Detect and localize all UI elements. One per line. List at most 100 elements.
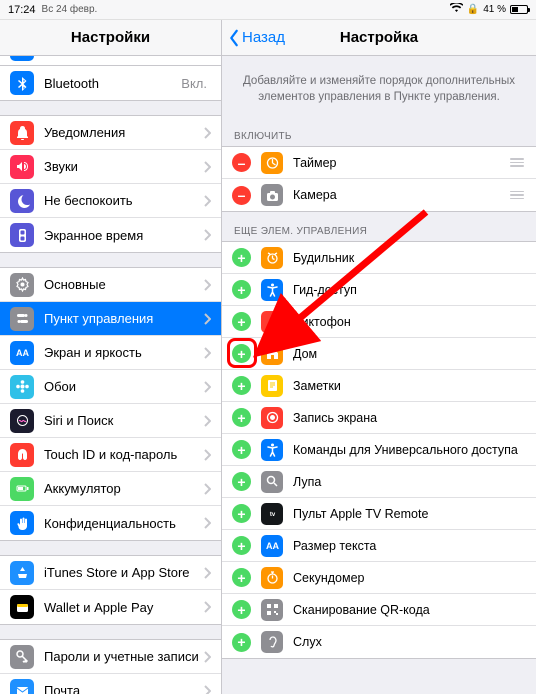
sidebar-item-hand[interactable]: Конфиденциальность bbox=[0, 506, 221, 540]
reorder-grip-icon[interactable] bbox=[508, 191, 526, 200]
included-item-timer[interactable]: – Таймер bbox=[222, 147, 536, 179]
more-item-accessibility[interactable]: + Гид-доступ bbox=[222, 274, 536, 306]
sidebar-item-wifi[interactable]: Wi-FiELON MUSK FUCKS SP… bbox=[0, 56, 221, 66]
row-label: Сканирование QR-кода bbox=[293, 603, 526, 617]
sidebar-item-bluetooth[interactable]: BluetoothВкл. bbox=[0, 66, 221, 100]
appletv-icon: tv bbox=[261, 503, 283, 525]
add-button[interactable]: + bbox=[232, 376, 251, 395]
more-item-ear[interactable]: +Слух bbox=[222, 626, 536, 658]
more-item-notes[interactable]: +Заметки bbox=[222, 370, 536, 402]
appstore-icon bbox=[10, 561, 34, 585]
siri-icon bbox=[10, 409, 34, 433]
add-button[interactable]: + bbox=[232, 280, 251, 299]
sidebar-item-mail[interactable]: Почта bbox=[0, 674, 221, 694]
sidebar-item-moon[interactable]: Не беспокоить bbox=[0, 184, 221, 218]
add-button[interactable]: + bbox=[232, 536, 251, 555]
back-button[interactable]: Назад bbox=[228, 29, 285, 47]
wallet-icon bbox=[10, 595, 34, 619]
qr-icon bbox=[261, 599, 283, 621]
sidebar-item-appstore[interactable]: iTunes Store и App Store bbox=[0, 556, 221, 590]
finger-icon bbox=[10, 443, 34, 467]
section-header-more: ЕЩЕ ЭЛЕМ. УПРАВЛЕНИЯ bbox=[222, 212, 536, 241]
row-label: Пароли и учетные записи bbox=[44, 649, 204, 664]
row-label: Уведомления bbox=[44, 125, 204, 140]
alarm-icon bbox=[261, 247, 283, 269]
row-label: Таймер bbox=[293, 156, 508, 170]
row-label: Touch ID и код-пароль bbox=[44, 447, 204, 462]
row-label: Почта bbox=[44, 683, 204, 694]
row-label: Siri и Поиск bbox=[44, 413, 204, 428]
more-item-record[interactable]: + Запись экрана bbox=[222, 402, 536, 434]
aa-icon: AA bbox=[261, 535, 283, 557]
row-label: Пульт Apple TV Remote bbox=[293, 507, 526, 521]
wifi-icon bbox=[10, 56, 34, 61]
mail-icon bbox=[10, 679, 34, 694]
row-label: Экран и яркость bbox=[44, 345, 204, 360]
sidebar-item-flower[interactable]: Обои bbox=[0, 370, 221, 404]
moon-icon bbox=[10, 189, 34, 213]
sidebar-item-sound[interactable]: Звуки bbox=[0, 150, 221, 184]
section-header-included: ВКЛЮЧИТЬ bbox=[222, 117, 536, 146]
remove-button[interactable]: – bbox=[232, 186, 251, 205]
ear-icon bbox=[261, 631, 283, 653]
add-button[interactable]: + bbox=[232, 504, 251, 523]
add-button[interactable]: + bbox=[232, 472, 251, 491]
row-label: Запись экрана bbox=[293, 411, 526, 425]
row-label: Секундомер bbox=[293, 571, 526, 585]
add-button[interactable]: + bbox=[232, 600, 251, 619]
more-item-stopwatch[interactable]: + Секундомер bbox=[222, 562, 536, 594]
more-item-alarm[interactable]: +Будильник bbox=[222, 242, 536, 274]
add-button[interactable]: + bbox=[232, 312, 251, 331]
wifi-icon bbox=[450, 3, 463, 16]
more-item-aa[interactable]: +AAРазмер текста bbox=[222, 530, 536, 562]
aa-icon: AA bbox=[10, 341, 34, 365]
remove-button[interactable]: – bbox=[232, 153, 251, 172]
add-button[interactable]: + bbox=[232, 633, 251, 652]
more-item-magnify[interactable]: +Лупа bbox=[222, 466, 536, 498]
sidebar-item-aa[interactable]: AA Экран и яркость bbox=[0, 336, 221, 370]
reorder-grip-icon[interactable] bbox=[508, 158, 526, 167]
add-button[interactable]: + bbox=[232, 568, 251, 587]
add-button[interactable]: + bbox=[232, 408, 251, 427]
battery-icon bbox=[10, 477, 34, 501]
record-icon bbox=[261, 407, 283, 429]
sidebar-item-battery[interactable]: Аккумулятор bbox=[0, 472, 221, 506]
lock-icon: 🔒 bbox=[467, 4, 479, 15]
gear-icon bbox=[10, 273, 34, 297]
more-item-mic[interactable]: + Диктофон bbox=[222, 306, 536, 338]
more-item-appletv[interactable]: + tv Пульт Apple TV Remote bbox=[222, 498, 536, 530]
row-label: Гид-доступ bbox=[293, 283, 526, 297]
mic-icon bbox=[261, 311, 283, 333]
add-button[interactable]: + bbox=[232, 248, 251, 267]
row-label: Звуки bbox=[44, 159, 204, 174]
battery-percent: 41 % bbox=[483, 4, 506, 15]
sidebar-item-finger[interactable]: Touch ID и код-пароль bbox=[0, 438, 221, 472]
sidebar-item-hourglass[interactable]: Экранное время bbox=[0, 218, 221, 252]
sidebar-item-switches[interactable]: Пункт управления bbox=[0, 302, 221, 336]
battery-icon bbox=[510, 5, 528, 14]
sidebar-item-wallet[interactable]: Wallet и Apple Pay bbox=[0, 590, 221, 624]
status-right: 🔒 41 % bbox=[450, 3, 528, 16]
row-label: Пункт управления bbox=[44, 311, 204, 326]
row-label: Диктофон bbox=[293, 315, 526, 329]
more-item-accessibility[interactable]: +Команды для Универсального доступа bbox=[222, 434, 536, 466]
notes-icon bbox=[261, 375, 283, 397]
sidebar-scroll[interactable]: Wi-FiELON MUSK FUCKS SP…BluetoothВкл. Уве… bbox=[0, 56, 221, 694]
svg-text:AA: AA bbox=[266, 541, 279, 551]
sidebar-item-bell[interactable]: Уведомления bbox=[0, 116, 221, 150]
bluetooth-icon bbox=[10, 71, 34, 95]
timer-icon bbox=[261, 152, 283, 174]
add-button[interactable]: + bbox=[232, 344, 251, 363]
row-label: Экранное время bbox=[44, 228, 204, 243]
row-label: iTunes Store и App Store bbox=[44, 565, 204, 580]
more-item-qr[interactable]: + Сканирование QR-кода bbox=[222, 594, 536, 626]
detail-scroll[interactable]: Добавляйте и изменяйте порядок дополните… bbox=[222, 56, 536, 694]
sidebar-item-key[interactable]: Пароли и учетные записи bbox=[0, 640, 221, 674]
sidebar-item-gear[interactable]: Основные bbox=[0, 268, 221, 302]
more-item-home[interactable]: +Дом bbox=[222, 338, 536, 370]
included-item-camera[interactable]: –Камера bbox=[222, 179, 536, 211]
sidebar-item-siri[interactable]: Siri и Поиск bbox=[0, 404, 221, 438]
status-time: 17:24 bbox=[8, 4, 36, 16]
device-frame: 17:24 Вс 24 февр. 🔒 41 % Настройки Wi-Fi… bbox=[0, 0, 536, 694]
add-button[interactable]: + bbox=[232, 440, 251, 459]
